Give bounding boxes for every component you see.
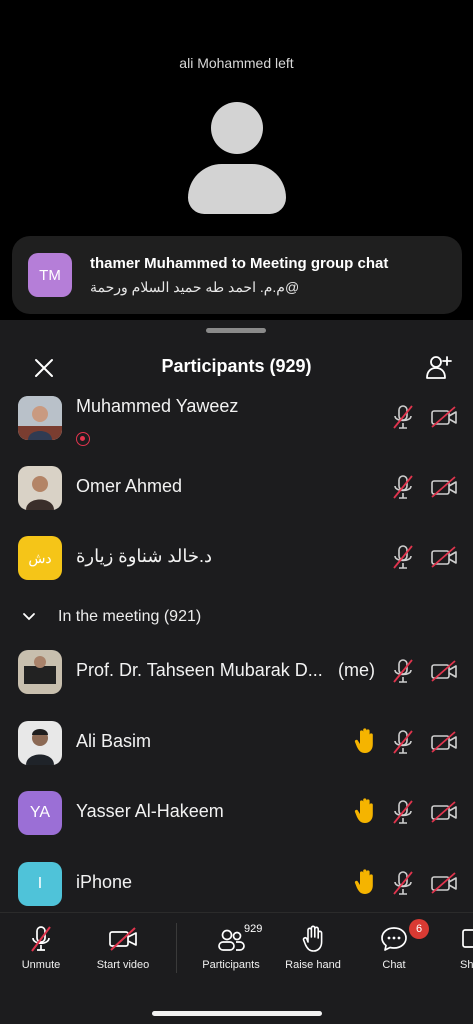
- video-off-icon: [431, 872, 457, 894]
- raised-hand-icon: [354, 869, 373, 894]
- unmute-label: Unmute: [21, 959, 61, 971]
- share-label: Sh: [460, 959, 473, 971]
- participants-icon: [218, 929, 245, 951]
- toolbar-divider: [176, 923, 177, 973]
- mic-muted-icon: [393, 475, 413, 499]
- sheet-header: Participants (929): [0, 348, 473, 388]
- list-item[interactable]: Prof. Dr. Tahseen Mubarak D... (me): [0, 642, 473, 706]
- unmute-button[interactable]: Unmute: [0, 921, 84, 981]
- hand-icon: [302, 925, 323, 952]
- avatar: YA: [18, 791, 62, 835]
- toast-avatar: TM: [28, 253, 72, 297]
- video-off-icon: [431, 546, 457, 568]
- participant-name: Prof. Dr. Tahseen Mubarak D...: [76, 660, 323, 680]
- add-participant-icon[interactable]: [423, 352, 453, 382]
- avatar: دش: [18, 536, 62, 580]
- participant-name: Yasser Al-Hakeem: [76, 801, 224, 821]
- raised-hand-icon: [354, 728, 373, 753]
- share-button[interactable]: Sh: [432, 921, 473, 981]
- participant-name: Ali Basim: [76, 731, 152, 751]
- toast-title: thamer Muhammed to Meeting group chat: [90, 255, 389, 272]
- video-off-icon: [431, 406, 457, 428]
- video-off-icon: [431, 801, 457, 823]
- chat-unread-badge: 6: [409, 919, 429, 939]
- chat-label: Chat: [382, 959, 406, 971]
- section-label: In the meeting (921): [58, 608, 202, 625]
- chevron-down-icon: [23, 613, 35, 621]
- chat-notification-toast[interactable]: TM thamer Muhammed to Meeting group chat…: [12, 236, 462, 314]
- raise-hand-label: Raise hand: [285, 959, 341, 971]
- raise-hand-button[interactable]: Raise hand: [270, 921, 356, 981]
- participant-name: د.خالد شناوة زيارة: [76, 546, 212, 566]
- video-off-icon: [431, 660, 457, 682]
- avatar: [18, 721, 62, 765]
- avatar: [18, 466, 62, 510]
- start-video-label: Start video: [96, 959, 150, 971]
- participant-name: Omer Ahmed: [76, 476, 183, 496]
- avatar: [18, 396, 62, 440]
- default-avatar-icon: [188, 100, 286, 218]
- me-label: (me): [338, 660, 375, 680]
- video-off-icon: [431, 476, 457, 498]
- avatar: [18, 650, 62, 694]
- participants-count-badge: 929: [244, 923, 263, 935]
- home-indicator[interactable]: [152, 1011, 322, 1016]
- list-item[interactable]: Ali Basim: [0, 713, 473, 777]
- meeting-toolbar: Unmute Start video Participants 929 Rais…: [0, 912, 473, 1024]
- mic-muted-icon: [393, 730, 413, 754]
- page-title: Participants (929): [161, 356, 312, 376]
- video-off-icon: [431, 731, 457, 753]
- left-notice: ali Mohammed left: [179, 55, 294, 71]
- raised-hand-icon: [354, 798, 373, 823]
- video-off-icon: [109, 927, 137, 951]
- mic-muted-icon: [31, 926, 51, 952]
- avatar: I: [18, 862, 62, 906]
- mic-muted-icon: [393, 800, 413, 824]
- mic-muted-icon: [393, 659, 413, 683]
- list-item[interactable]: Omer Ahmed: [0, 458, 473, 522]
- mic-muted-icon: [393, 405, 413, 429]
- participant-name: Muhammed Yaweez: [76, 396, 239, 416]
- video-area: ali Mohammed left TM thamer Muhammed to …: [0, 0, 473, 320]
- participant-name: iPhone: [76, 872, 133, 892]
- drag-handle[interactable]: [206, 328, 266, 333]
- start-video-button[interactable]: Start video: [80, 921, 166, 981]
- list-item[interactable]: I iPhone: [0, 854, 473, 918]
- participants-label: Participants: [202, 959, 260, 971]
- mic-muted-icon: [393, 871, 413, 895]
- section-in-meeting[interactable]: In the meeting (921): [0, 603, 473, 633]
- list-item[interactable]: دش د.خالد شناوة زيارة: [0, 528, 473, 592]
- share-icon: [462, 929, 473, 948]
- mic-muted-icon: [393, 545, 413, 569]
- list-item[interactable]: YA Yasser Al-Hakeem: [0, 783, 473, 847]
- chat-icon: [381, 927, 407, 951]
- recording-icon: [76, 432, 90, 446]
- toast-message: @م.م. احمد طه حميد السلام ورحمة: [90, 279, 300, 295]
- list-item[interactable]: Muhammed Yaweez: [0, 388, 473, 452]
